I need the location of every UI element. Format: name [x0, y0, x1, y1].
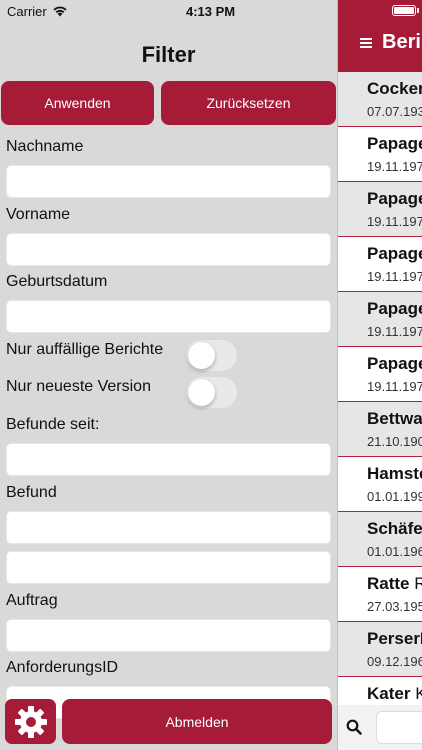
report-name: Papage: [367, 134, 422, 154]
carrier-label: Carrier: [7, 4, 47, 19]
anforderungs-id-label: AnforderungsID: [6, 659, 119, 676]
report-date: 01.01.199: [367, 489, 422, 504]
report-name-suffix: K: [410, 684, 422, 703]
report-date: 07.07.193: [367, 104, 422, 119]
report-date: 09.12.196: [367, 654, 422, 669]
befunde-seit-field[interactable]: [6, 443, 331, 476]
vorname-field[interactable]: [6, 233, 331, 266]
befund-field-2[interactable]: [6, 551, 331, 584]
report-name-text: Papage: [367, 244, 422, 263]
report-date: 19.11.197: [367, 269, 422, 284]
list-item[interactable]: Bettwa 21.10.190: [338, 402, 422, 457]
search-icon: [346, 719, 362, 735]
report-name: Papage: [367, 299, 422, 319]
report-name: Bettwa: [367, 409, 422, 429]
report-date: 19.11.197: [367, 379, 422, 394]
toggle-knob: [188, 342, 215, 369]
report-name-text: Papage: [367, 354, 422, 373]
list-item[interactable]: Papage 19.11.197: [338, 292, 422, 347]
report-name: Schäfe: [367, 519, 422, 539]
report-name: Papage: [367, 189, 422, 209]
befund-field[interactable]: [6, 511, 331, 544]
auffaellige-label: Nur auffällige Berichte: [6, 341, 164, 358]
battery-icon: [392, 5, 416, 16]
list-item[interactable]: Papage 19.11.197: [338, 127, 422, 182]
wifi-icon: [53, 6, 67, 17]
report-list-panel: Beri Cocker 07.07.193 Papage 19.11.197 Papag…: [337, 0, 422, 750]
list-item[interactable]: Papage 19.11.197: [338, 347, 422, 402]
list-item[interactable]: PerserI 09.12.196: [338, 622, 422, 677]
gear-icon: [14, 705, 47, 738]
report-name-text: Bettwa: [367, 409, 422, 428]
auffaellige-toggle[interactable]: [186, 340, 237, 371]
report-name-text: Schäfe: [367, 519, 422, 538]
toggle-knob: [188, 379, 215, 406]
list-item[interactable]: Hamste 01.01.199: [338, 457, 422, 512]
neueste-label: Nur neueste Version: [6, 378, 151, 395]
report-name: Hamste: [367, 464, 422, 484]
report-name-text: Kater: [367, 684, 411, 703]
page-title: Filter: [141, 42, 196, 67]
geburtsdatum-label: Geburtsdatum: [6, 273, 108, 290]
status-time: 4:13 PM: [186, 4, 236, 19]
report-name: Cocker: [367, 79, 422, 99]
list-title: Beri: [382, 31, 421, 53]
reset-button[interactable]: Zurücksetzen: [161, 81, 336, 125]
search-input[interactable]: [376, 711, 422, 744]
filter-panel: Carrier 4:13 PM Filter Anwenden Zurückse…: [0, 0, 337, 750]
report-name: Kater K: [367, 684, 422, 704]
report-name: Papage: [367, 244, 422, 264]
report-name-text: Ratte: [367, 574, 410, 593]
battery-tip: [417, 8, 419, 13]
settings-button[interactable]: [5, 699, 56, 744]
hamburger-icon[interactable]: [360, 38, 372, 48]
list-header: Beri: [338, 0, 422, 72]
report-date: 19.11.197: [367, 214, 422, 229]
report-date: 19.11.197: [367, 159, 422, 174]
befund-label: Befund: [6, 484, 57, 501]
report-name-text: Hamste: [367, 464, 422, 483]
list-item[interactable]: Schäfe 01.01.196: [338, 512, 422, 567]
report-name: PerserI: [367, 629, 422, 649]
report-date: 21.10.190: [367, 434, 422, 449]
report-date: 01.01.196: [367, 544, 422, 559]
vorname-label: Vorname: [6, 206, 71, 223]
list-item[interactable]: Papage 19.11.197: [338, 182, 422, 237]
report-name-text: Papage: [367, 299, 422, 318]
report-list: Cocker 07.07.193 Papage 19.11.197 Papage 19.1…: [338, 72, 422, 717]
report-name-text: Papage: [367, 134, 422, 153]
nachname-label: Nachname: [6, 138, 84, 155]
list-item[interactable]: Cocker 07.07.193: [338, 72, 422, 127]
report-name-suffix: R: [410, 574, 422, 593]
auftrag-label: Auftrag: [6, 592, 58, 609]
report-name: Ratte R: [367, 574, 422, 594]
report-name-text: Cocker: [367, 79, 422, 98]
auftrag-field[interactable]: [6, 619, 331, 652]
list-item[interactable]: Ratte R 27.03.195: [338, 567, 422, 622]
geburtsdatum-field[interactable]: [6, 300, 331, 333]
search-bar: [338, 705, 422, 750]
report-name: Papage: [367, 354, 422, 374]
report-name-text: Papage: [367, 189, 422, 208]
apply-button[interactable]: Anwenden: [1, 81, 154, 125]
neueste-toggle[interactable]: [186, 377, 237, 408]
befunde-seit-label: Befunde seit:: [6, 416, 100, 433]
report-date: 19.11.197: [367, 324, 422, 339]
list-item[interactable]: Papage 19.11.197: [338, 237, 422, 292]
logout-button[interactable]: Abmelden: [62, 699, 332, 744]
nachname-field[interactable]: [6, 165, 331, 198]
report-date: 27.03.195: [367, 599, 422, 614]
status-bar: Carrier 4:13 PM: [0, 0, 337, 22]
report-name-text: PerserI: [367, 629, 422, 648]
